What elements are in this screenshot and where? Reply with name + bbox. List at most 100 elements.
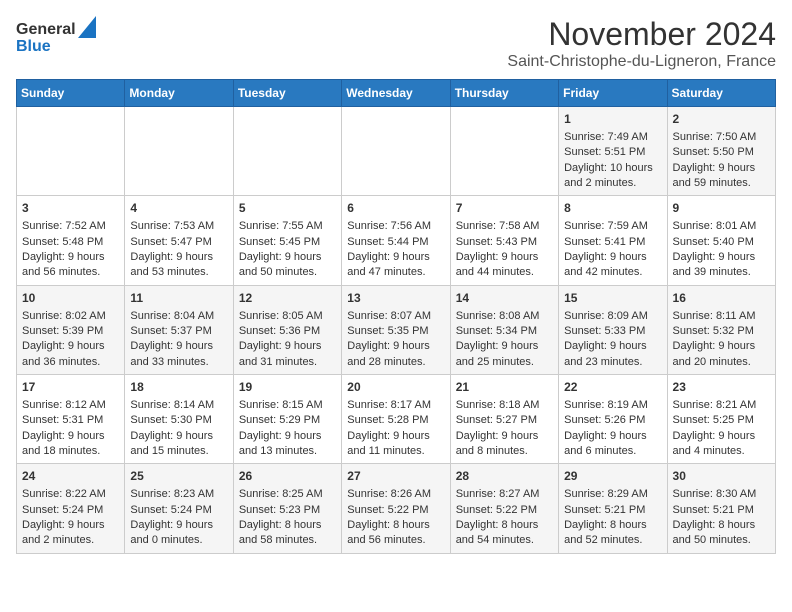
calendar-cell: 20Sunrise: 8:17 AMSunset: 5:28 PMDayligh… — [342, 375, 450, 464]
day-number: 7 — [456, 200, 553, 217]
day-number: 8 — [564, 200, 661, 217]
cell-content-line: Daylight: 9 hours — [22, 429, 119, 444]
cell-content-line: Daylight: 9 hours — [673, 429, 770, 444]
logo: General Blue — [16, 16, 96, 56]
cell-content-line: Daylight: 8 hours — [239, 518, 336, 533]
cell-content-line: Sunrise: 8:09 AM — [564, 309, 661, 324]
cell-content-line: Daylight: 9 hours — [22, 250, 119, 265]
cell-content-line: Daylight: 9 hours — [239, 250, 336, 265]
cell-content-line: Sunrise: 7:50 AM — [673, 130, 770, 145]
cell-content-line: Daylight: 9 hours — [22, 339, 119, 354]
page-title: November 2024 — [507, 16, 776, 53]
cell-content-line: Sunset: 5:32 PM — [673, 324, 770, 339]
calendar-cell: 30 Sunrise: 8:30 AMSunset: 5:21 PMDayligh… — [667, 464, 775, 553]
day-number: 11 — [130, 290, 227, 307]
cell-content-line: Daylight: 8 hours — [673, 518, 770, 533]
cell-content-line: and 56 minutes. — [22, 265, 119, 280]
cell-content-line: Sunset: 5:21 PM — [673, 503, 770, 518]
calendar-cell: 8Sunrise: 7:59 AMSunset: 5:41 PMDaylight… — [559, 196, 667, 285]
cell-content-line: Sunrise: 8:21 AM — [673, 398, 770, 413]
day-number: 27 — [347, 468, 444, 485]
cell-content-line: and 44 minutes. — [456, 265, 553, 280]
cell-content-line: and 28 minutes. — [347, 355, 444, 370]
cell-content-line: Sunset: 5:48 PM — [22, 235, 119, 250]
cell-content-line: Sunrise: 8:05 AM — [239, 309, 336, 324]
calendar-cell: 3Sunrise: 7:52 AMSunset: 5:48 PMDaylight… — [17, 196, 125, 285]
calendar-cell: 16Sunrise: 8:11 AMSunset: 5:32 PMDayligh… — [667, 285, 775, 374]
cell-content-line: Sunset: 5:22 PM — [347, 503, 444, 518]
day-number: 30 — [673, 468, 770, 485]
cell-content-line: Sunrise: 8:11 AM — [673, 309, 770, 324]
logo-blue-text: Blue — [16, 38, 51, 56]
calendar-week-row: 1Sunrise: 7:49 AMSunset: 5:51 PMDaylight… — [17, 107, 776, 196]
cell-content-line: Sunset: 5:28 PM — [347, 413, 444, 428]
cell-content-line: Daylight: 9 hours — [130, 250, 227, 265]
cell-content-line: Daylight: 8 hours — [564, 518, 661, 533]
calendar-week-row: 3Sunrise: 7:52 AMSunset: 5:48 PMDaylight… — [17, 196, 776, 285]
calendar-cell: 27Sunrise: 8:26 AMSunset: 5:22 PMDayligh… — [342, 464, 450, 553]
calendar-cell: 28Sunrise: 8:27 AMSunset: 5:22 PMDayligh… — [450, 464, 558, 553]
calendar-cell — [450, 107, 558, 196]
calendar-cell: 4Sunrise: 7:53 AMSunset: 5:47 PMDaylight… — [125, 196, 233, 285]
calendar-cell: 13Sunrise: 8:07 AMSunset: 5:35 PMDayligh… — [342, 285, 450, 374]
calendar-cell: 21Sunrise: 8:18 AMSunset: 5:27 PMDayligh… — [450, 375, 558, 464]
cell-content-line: Daylight: 9 hours — [347, 250, 444, 265]
cell-content-line: and 6 minutes. — [564, 444, 661, 459]
cell-content-line: Daylight: 9 hours — [456, 250, 553, 265]
cell-content-line: Sunrise: 8:25 AM — [239, 487, 336, 502]
cell-content-line: Sunrise: 7:59 AM — [564, 219, 661, 234]
calendar-cell — [233, 107, 341, 196]
calendar-cell: 1Sunrise: 7:49 AMSunset: 5:51 PMDaylight… — [559, 107, 667, 196]
calendar-cell: 5Sunrise: 7:55 AMSunset: 5:45 PMDaylight… — [233, 196, 341, 285]
cell-content-line: and 31 minutes. — [239, 355, 336, 370]
cell-content-line: Sunrise: 8:22 AM — [22, 487, 119, 502]
cell-content-line: Sunset: 5:22 PM — [456, 503, 553, 518]
cell-content-line: Daylight: 8 hours — [347, 518, 444, 533]
cell-content-line: Daylight: 9 hours — [22, 518, 119, 533]
cell-content-line: Sunrise: 7:55 AM — [239, 219, 336, 234]
day-number: 2 — [673, 111, 770, 128]
cell-content-line: Daylight: 8 hours — [456, 518, 553, 533]
logo-general-text: General — [16, 22, 76, 38]
cell-content-line: Sunset: 5:45 PM — [239, 235, 336, 250]
day-number: 12 — [239, 290, 336, 307]
cell-content-line: Sunrise: 7:52 AM — [22, 219, 119, 234]
cell-content-line: Sunset: 5:34 PM — [456, 324, 553, 339]
cell-content-line: Daylight: 9 hours — [130, 518, 227, 533]
cell-content-line: Sunset: 5:24 PM — [22, 503, 119, 518]
cell-content-line: Sunrise: 7:49 AM — [564, 130, 661, 145]
cell-content-line: and 15 minutes. — [130, 444, 227, 459]
calendar-header-row: SundayMondayTuesdayWednesdayThursdayFrid… — [17, 80, 776, 107]
calendar-cell: 18Sunrise: 8:14 AMSunset: 5:30 PMDayligh… — [125, 375, 233, 464]
cell-content-line: Sunrise: 7:56 AM — [347, 219, 444, 234]
cell-content-line: Sunrise: 8:04 AM — [130, 309, 227, 324]
cell-content-line: and 59 minutes. — [673, 176, 770, 191]
cell-content-line: Daylight: 9 hours — [456, 339, 553, 354]
calendar-cell: 2Sunrise: 7:50 AMSunset: 5:50 PMDaylight… — [667, 107, 775, 196]
calendar-cell: 9Sunrise: 8:01 AMSunset: 5:40 PMDaylight… — [667, 196, 775, 285]
cell-content-line: Sunset: 5:43 PM — [456, 235, 553, 250]
cell-content-line: Daylight: 9 hours — [130, 339, 227, 354]
cell-content-line: Daylight: 9 hours — [347, 339, 444, 354]
cell-content-line: Daylight: 10 hours — [564, 161, 661, 176]
calendar-cell: 14Sunrise: 8:08 AMSunset: 5:34 PMDayligh… — [450, 285, 558, 374]
cell-content-line: and 4 minutes. — [673, 444, 770, 459]
cell-content-line: Sunset: 5:33 PM — [564, 324, 661, 339]
calendar-week-row: 24Sunrise: 8:22 AMSunset: 5:24 PMDayligh… — [17, 464, 776, 553]
day-number: 15 — [564, 290, 661, 307]
day-number: 18 — [130, 379, 227, 396]
cell-content-line: Sunset: 5:41 PM — [564, 235, 661, 250]
cell-content-line: Sunset: 5:29 PM — [239, 413, 336, 428]
cell-content-line: Daylight: 9 hours — [673, 250, 770, 265]
cell-content-line: Sunrise: 8:30 AM — [673, 487, 770, 502]
calendar-week-row: 17Sunrise: 8:12 AMSunset: 5:31 PMDayligh… — [17, 375, 776, 464]
calendar-cell: 26Sunrise: 8:25 AMSunset: 5:23 PMDayligh… — [233, 464, 341, 553]
cell-content-line: Sunset: 5:30 PM — [130, 413, 227, 428]
cell-content-line: Sunset: 5:50 PM — [673, 145, 770, 160]
cell-content-line: and 18 minutes. — [22, 444, 119, 459]
cell-content-line: and 52 minutes. — [564, 533, 661, 548]
calendar-day-header: Friday — [559, 80, 667, 107]
day-number: 14 — [456, 290, 553, 307]
calendar-cell — [125, 107, 233, 196]
cell-content-line: and 58 minutes. — [239, 533, 336, 548]
